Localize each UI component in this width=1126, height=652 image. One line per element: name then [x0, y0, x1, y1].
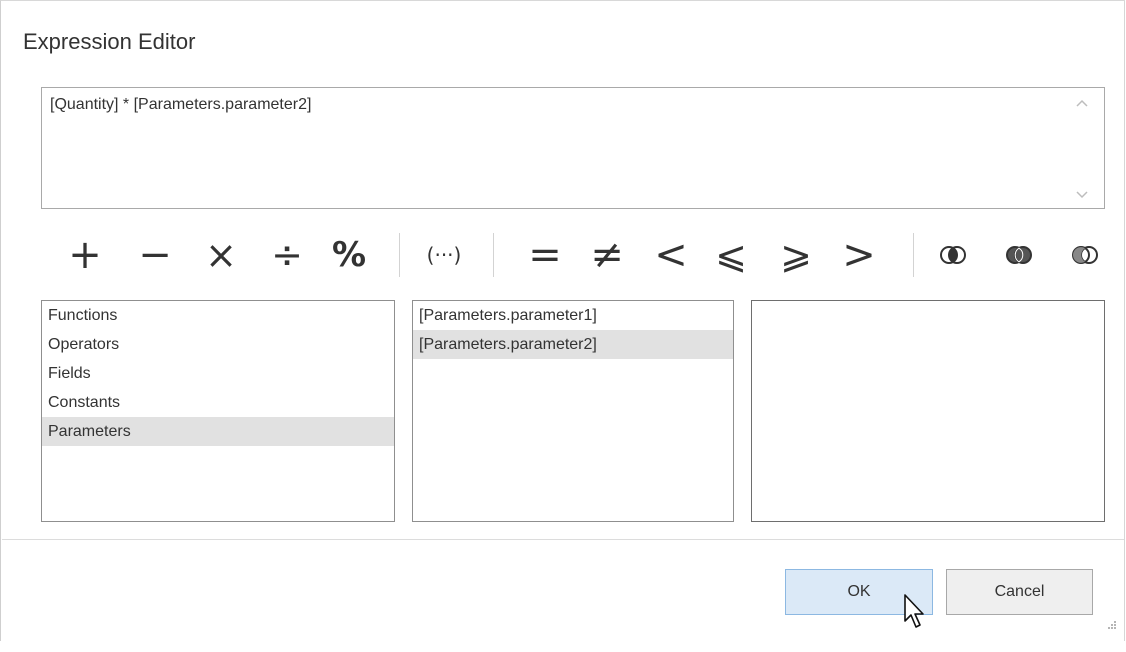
greater-than-button[interactable]: > [839, 227, 879, 283]
category-item-operators[interactable]: Operators [42, 330, 394, 359]
dialog-title: Expression Editor [23, 29, 196, 54]
toolbar-separator [913, 233, 914, 277]
toolbar-separator [399, 233, 400, 277]
parameter-item[interactable]: [Parameters.parameter2] [413, 330, 733, 359]
scroll-down-icon[interactable] [1074, 188, 1090, 202]
description-panel [751, 300, 1105, 522]
category-item-constants[interactable]: Constants [42, 388, 394, 417]
mouse-cursor-icon [903, 593, 929, 631]
greater-equal-button[interactable]: ⩾ [776, 227, 816, 283]
logic-or-icon[interactable] [1001, 227, 1037, 283]
parameter-list[interactable]: [Parameters.parameter1] [Parameters.para… [412, 300, 734, 522]
expression-editor-dialog: Expression Editor [Quantity] * [Paramete… [0, 0, 1125, 641]
equal-button[interactable]: = [525, 227, 565, 283]
logic-and-icon[interactable] [935, 227, 971, 283]
multiply-button[interactable]: × [201, 227, 241, 283]
category-item-functions[interactable]: Functions [42, 301, 394, 330]
category-item-fields[interactable]: Fields [42, 359, 394, 388]
parameter-item[interactable]: [Parameters.parameter1] [413, 301, 733, 330]
expression-text[interactable]: [Quantity] * [Parameters.parameter2] [50, 96, 311, 114]
divide-button[interactable]: ÷ [267, 227, 307, 283]
category-item-parameters[interactable]: Parameters [42, 417, 394, 446]
modulo-button[interactable]: % [327, 227, 371, 283]
description-text [752, 301, 1104, 330]
toolbar-separator [493, 233, 494, 277]
footer-divider [2, 539, 1124, 540]
cancel-button[interactable]: Cancel [946, 569, 1093, 615]
not-equal-button[interactable]: ≠ [587, 227, 627, 283]
scroll-up-icon[interactable] [1074, 96, 1090, 110]
plus-button[interactable]: + [65, 227, 105, 283]
category-list[interactable]: Functions Operators Fields Constants Par… [41, 300, 395, 522]
logic-not-icon[interactable] [1067, 227, 1103, 283]
less-equal-button[interactable]: ⩽ [711, 227, 751, 283]
less-than-button[interactable]: < [651, 227, 691, 283]
minus-button[interactable]: − [135, 227, 175, 283]
operator-toolbar: + − × ÷ % (···) = ≠ < ⩽ ⩾ > [41, 227, 1111, 283]
expression-input[interactable]: [Quantity] * [Parameters.parameter2] [41, 87, 1105, 209]
parentheses-button[interactable]: (···) [419, 227, 469, 283]
resize-grip-icon[interactable] [1107, 617, 1117, 629]
